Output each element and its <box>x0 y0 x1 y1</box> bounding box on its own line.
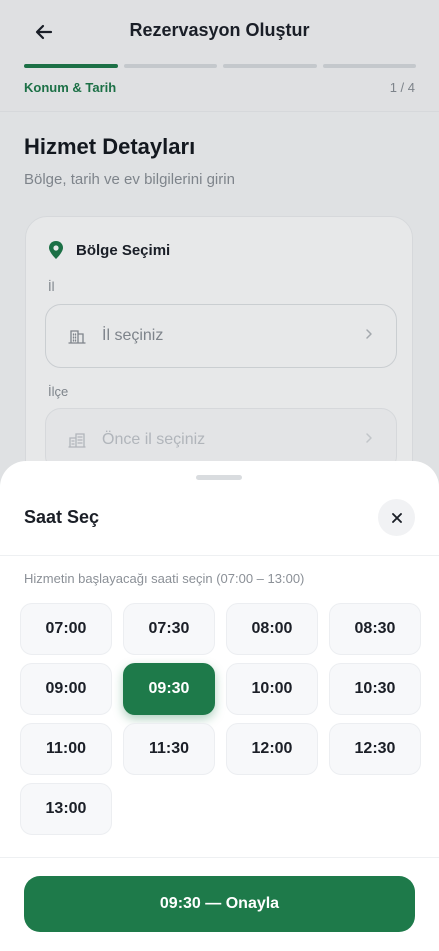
time-slot-button[interactable]: 13:00 <box>20 783 112 835</box>
sheet-drag-handle[interactable] <box>196 475 242 480</box>
close-icon <box>391 512 402 523</box>
time-slot-grid: 07:00 07:30 08:00 08:30 09:00 09:30 10:00 10:30… <box>20 603 421 835</box>
sheet-title: Saat Seç <box>24 507 100 527</box>
time-slot-button[interactable]: 10:30 <box>329 663 421 715</box>
time-slot-button[interactable]: 08:30 <box>329 603 421 655</box>
time-slot-button[interactable]: 12:30 <box>329 723 421 775</box>
time-slot-button[interactable]: 09:30 <box>123 663 215 715</box>
time-slot-button[interactable]: 11:30 <box>123 723 215 775</box>
time-slot-button[interactable]: 07:30 <box>123 603 215 655</box>
confirm-button[interactable]: 09:30 — Onayla <box>24 876 415 932</box>
sheet-footer-divider <box>0 857 439 858</box>
time-slot-button[interactable]: 11:00 <box>20 723 112 775</box>
time-slot-button[interactable]: 12:00 <box>226 723 318 775</box>
time-slot-button[interactable]: 07:00 <box>20 603 112 655</box>
time-slot-button[interactable]: 08:00 <box>226 603 318 655</box>
time-slot-button[interactable]: 09:00 <box>20 663 112 715</box>
sheet-divider <box>0 555 439 556</box>
time-hint: Hizmetin başlayacağı saati seçin (07:00 … <box>24 571 305 586</box>
close-button[interactable] <box>378 499 415 536</box>
time-slot-button[interactable]: 10:00 <box>226 663 318 715</box>
time-picker-sheet: Saat Seç Hizmetin başlayacağı saati seçi… <box>0 461 439 951</box>
